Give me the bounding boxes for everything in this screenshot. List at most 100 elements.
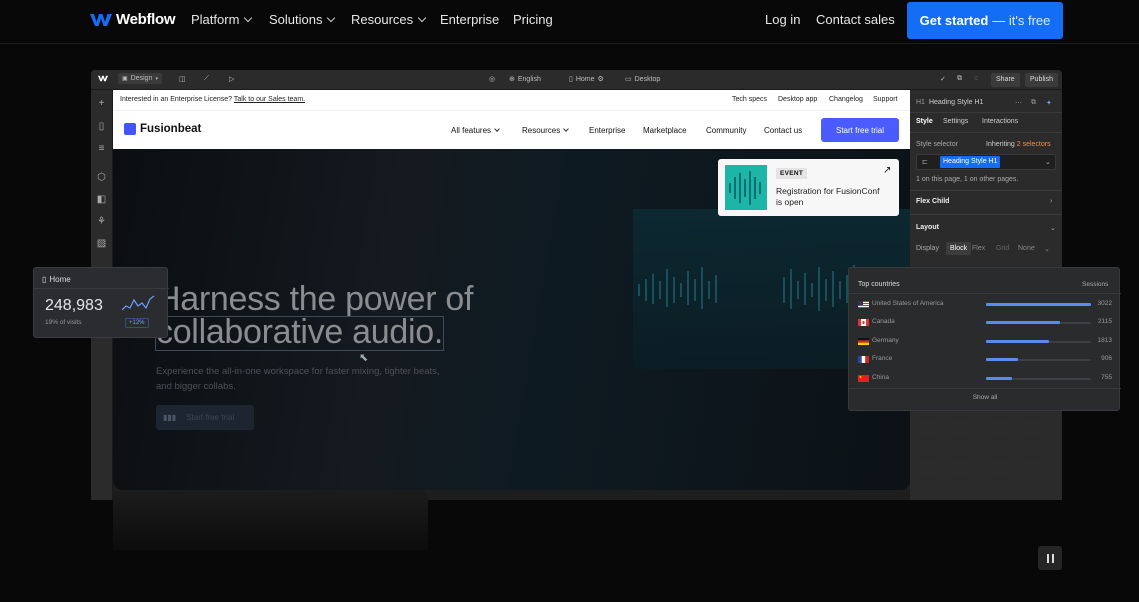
- faded-panel-rows: [916, 416, 1044, 480]
- contact-sales-link[interactable]: Contact sales: [816, 12, 895, 27]
- pause-button[interactable]: [1038, 546, 1062, 570]
- play-icon[interactable]: ▷: [229, 75, 234, 83]
- home-visits-value: 248,983: [45, 297, 103, 314]
- event-waveform-thumbnail: [725, 165, 767, 210]
- tab-settings[interactable]: Settings: [943, 118, 968, 125]
- export-icon[interactable]: ⧉: [957, 75, 962, 83]
- mode-selector[interactable]: ▣ Design ▾: [118, 73, 162, 84]
- card-divider: [849, 388, 1121, 389]
- site-nav-community[interactable]: Community: [706, 126, 746, 135]
- comment-icon[interactable]: ◌: [974, 75, 978, 82]
- pause-icon: [1051, 553, 1054, 563]
- nav-enterprise[interactable]: Enterprise: [440, 12, 499, 27]
- add-icon[interactable]: +: [96, 98, 107, 109]
- webflow-logo-icon: [90, 13, 112, 26]
- style-selector-label: Style selector: [916, 141, 959, 148]
- pages-icon[interactable]: ▯: [96, 121, 107, 132]
- inheriting-info[interactable]: Inheriting 2 selectors: [986, 141, 1051, 148]
- navigator-icon[interactable]: ≡: [96, 143, 107, 154]
- utility-support[interactable]: Support: [873, 96, 898, 103]
- utility-desktop-app[interactable]: Desktop app: [778, 96, 817, 103]
- page-selector[interactable]: ▯ Home ⚙: [569, 75, 604, 84]
- globe-icon: ⊕: [509, 76, 515, 83]
- site-nav-all-features[interactable]: All features: [451, 125, 500, 135]
- site-nav-enterprise[interactable]: Enterprise: [589, 126, 625, 135]
- chevron-down-icon: ▾: [155, 75, 158, 82]
- nav-platform[interactable]: Platform: [191, 12, 253, 27]
- apps-icon[interactable]: ⚘: [96, 216, 107, 227]
- check-icon[interactable]: ✓: [940, 75, 946, 83]
- cms-icon[interactable]: ◧: [96, 194, 107, 205]
- display-block[interactable]: Block: [946, 242, 972, 255]
- login-link[interactable]: Log in: [765, 12, 800, 27]
- locale-label: English: [517, 75, 541, 83]
- country-row: United States of America 3022: [858, 300, 1113, 310]
- breakpoint-selector[interactable]: ▭ Desktop: [625, 75, 660, 84]
- nav-solutions[interactable]: Solutions: [269, 12, 336, 27]
- panel-divider: [910, 132, 1062, 133]
- event-card[interactable]: EVENT Registration for FusionConf is ope…: [718, 159, 899, 216]
- nav-resources[interactable]: Resources: [351, 12, 427, 27]
- share-button[interactable]: Share: [991, 73, 1020, 87]
- site-nav-label: Marketplace: [643, 126, 687, 135]
- country-name: United States of America: [872, 300, 944, 307]
- nav-platform-label: Platform: [191, 12, 240, 27]
- display-grid[interactable]: Grid: [996, 245, 1009, 252]
- selector-chip[interactable]: Heading Style H1: [940, 156, 1001, 168]
- database-icon[interactable]: ◫: [179, 75, 186, 83]
- selected-element-outline: [155, 316, 444, 351]
- publish-button[interactable]: Publish: [1025, 73, 1058, 87]
- fusionbeat-name: Fusionbeat: [140, 123, 202, 135]
- hero-start-trial-button[interactable]: ▮▮▮ Start free trial: [156, 405, 254, 430]
- focus-icon[interactable]: ◎: [489, 75, 495, 83]
- site-nav-contact[interactable]: Contact us: [764, 126, 802, 135]
- home-visits-sub: 19% of visits: [45, 319, 82, 326]
- sales-team-link[interactable]: Talk to our Sales team.: [234, 96, 305, 103]
- utility-changelog[interactable]: Changelog: [829, 96, 863, 103]
- site-nav-label: Community: [706, 126, 747, 135]
- country-row: Germany 1813: [858, 337, 1113, 347]
- nav-pricing[interactable]: Pricing: [513, 12, 553, 27]
- selector-usage: 1 on this page, 1 on other pages.: [916, 176, 1019, 183]
- component-icon[interactable]: ⧉: [1031, 99, 1036, 107]
- country-name: Canada: [872, 318, 895, 326]
- utility-tech-specs[interactable]: Tech specs: [732, 96, 767, 103]
- country-row: France 906: [858, 355, 1113, 365]
- tab-interactions[interactable]: Interactions: [982, 118, 1018, 125]
- webflow-w-icon[interactable]: [98, 75, 108, 82]
- desktop-icon: ▭: [625, 76, 632, 83]
- faded-bottom-panel: [113, 490, 428, 550]
- tab-style[interactable]: Style: [916, 118, 933, 125]
- show-all-link[interactable]: Show all: [849, 394, 1121, 401]
- more-icon[interactable]: ⋯: [1015, 99, 1022, 107]
- page-icon: ▯: [42, 275, 47, 284]
- fusionbeat-logo[interactable]: Fusionbeat: [124, 123, 201, 135]
- countries-title: Top countries: [858, 281, 900, 288]
- country-sessions: 906: [1101, 355, 1112, 363]
- chevron-down-icon: [494, 125, 500, 132]
- flag-ca-icon: [858, 319, 869, 327]
- assets-icon[interactable]: ▨: [96, 238, 107, 249]
- get-started-button[interactable]: Get started — it's free: [907, 2, 1063, 39]
- site-nav-resources[interactable]: Resources: [522, 125, 570, 135]
- event-tag: EVENT: [776, 168, 808, 179]
- analytics-icon[interactable]: ⟋: [204, 75, 209, 83]
- site-nav-marketplace[interactable]: Marketplace: [643, 126, 687, 135]
- components-icon[interactable]: ⬡: [96, 172, 107, 183]
- headline-line-1: Harness the power of: [156, 280, 474, 318]
- ai-sparkle-icon[interactable]: ✦: [1046, 99, 1052, 107]
- selector-field[interactable]: ⊏ Heading Style H1 ⌄: [916, 154, 1056, 170]
- display-none[interactable]: None: [1018, 245, 1035, 252]
- webflow-logo[interactable]: Webflow: [90, 11, 176, 28]
- locale-selector[interactable]: ⊕ English: [509, 75, 541, 84]
- chevron-down-icon: [244, 13, 253, 22]
- site-start-trial-button[interactable]: Start free trial: [821, 118, 899, 142]
- display-flex[interactable]: Flex: [972, 245, 985, 252]
- element-header: H1 Heading Style H1: [916, 99, 983, 106]
- section-flex-child[interactable]: Flex Child: [916, 198, 949, 205]
- waveform-icon: ▮▮▮: [163, 413, 177, 422]
- country-sessions: 755: [1101, 373, 1112, 381]
- chevron-down-icon: ⌄: [1050, 225, 1056, 232]
- section-layout[interactable]: Layout: [916, 224, 939, 231]
- chevron-down-icon: ⌄: [1044, 246, 1050, 253]
